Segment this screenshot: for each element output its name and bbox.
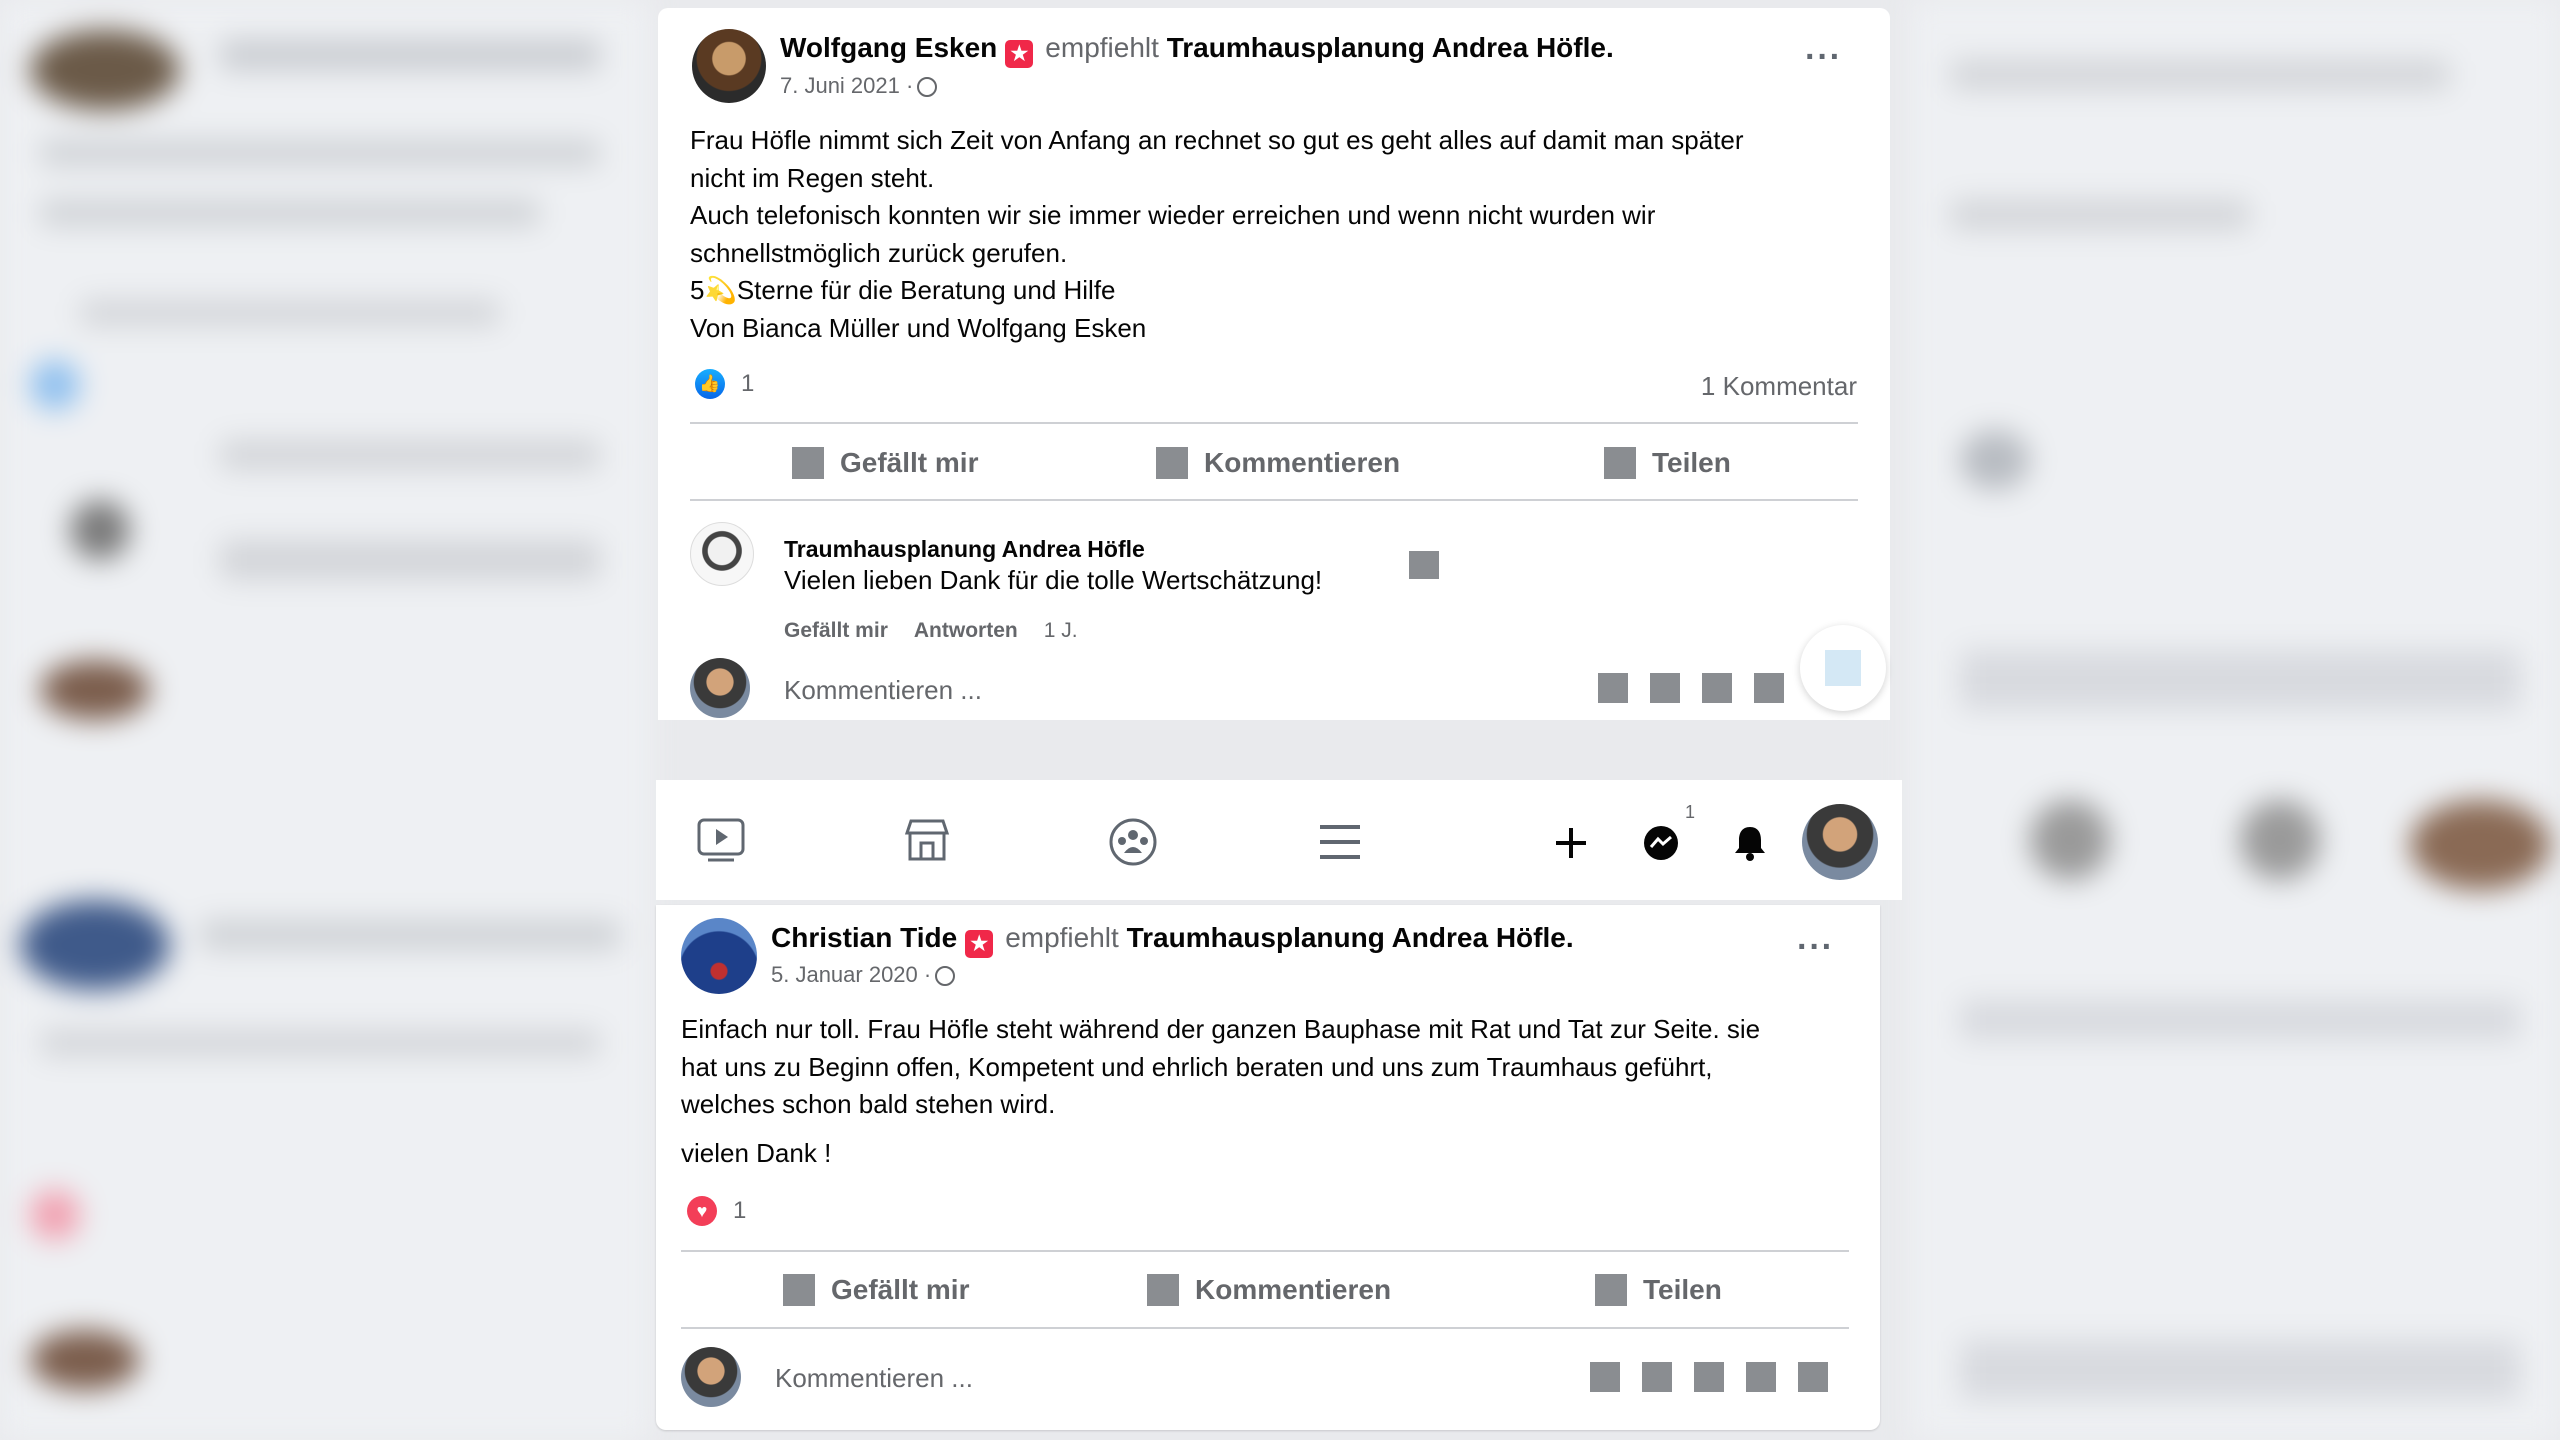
- more-options-icon[interactable]: ···: [1805, 38, 1842, 77]
- sticker-icon[interactable]: [1746, 1362, 1776, 1392]
- like-button[interactable]: Gefällt mir: [783, 1274, 969, 1306]
- post-card-1: [658, 8, 1890, 720]
- comment-like-link[interactable]: Gefällt mir: [784, 619, 888, 642]
- comment-button[interactable]: Kommentieren: [1147, 1274, 1391, 1306]
- comment-count[interactable]: 1 Kommentar: [1701, 371, 1857, 402]
- comment-icon: [1156, 447, 1188, 479]
- divider: [690, 499, 1858, 501]
- post-date-text[interactable]: 5. Januar 2020 ·: [771, 962, 931, 987]
- comment-author[interactable]: Traumhausplanung Andrea Höfle: [784, 536, 1145, 563]
- comment-button[interactable]: Kommentieren: [1156, 447, 1400, 479]
- page-name[interactable]: Traumhausplanung Andrea Höfle.: [1167, 32, 1614, 63]
- love-reaction-icon: ♥: [687, 1196, 717, 1226]
- post-line: 5💫Sterne für die Beratung und Hilfe: [690, 275, 1116, 305]
- compose-icon: [1825, 650, 1861, 686]
- avatar[interactable]: [681, 918, 757, 994]
- post-line: nicht im Regen steht.: [690, 162, 935, 193]
- comment-text: Vielen lieben Dank für die tolle Wertsch…: [784, 565, 1323, 595]
- like-label: Gefällt mir: [831, 1274, 970, 1305]
- profile-avatar[interactable]: [1802, 804, 1878, 880]
- avatar[interactable]: [681, 1347, 741, 1407]
- share-label: Teilen: [1643, 1274, 1722, 1305]
- gif-icon[interactable]: [1694, 1362, 1724, 1392]
- share-icon: [1604, 447, 1636, 479]
- globe-icon: [917, 77, 938, 97]
- menu-icon[interactable]: [1318, 822, 1362, 862]
- post-header: Wolfgang Esken ★ empfiehlt Traumhausplanun…: [780, 32, 1614, 68]
- post-line: schnellstmöglich zurück gerufen.: [690, 237, 1068, 268]
- more-options-icon[interactable]: ···: [1797, 928, 1834, 967]
- sticker-icon[interactable]: [1754, 673, 1784, 703]
- send-icon[interactable]: [1798, 1362, 1828, 1392]
- comment-input[interactable]: Kommentieren ...: [775, 1363, 973, 1394]
- comment-label: Kommentieren: [1195, 1274, 1392, 1305]
- post-line: Einfach nur toll. Frau Höfle steht währe…: [681, 1014, 1761, 1044]
- avatar[interactable]: [692, 29, 766, 103]
- post-line: Von Bianca Müller und Wolfgang Esken: [690, 312, 1147, 343]
- post-header: Christian Tide ★ empfiehlt Traumhausplanun…: [771, 922, 1574, 958]
- like-reaction-icon: 👍: [695, 369, 725, 399]
- messenger-icon[interactable]: [1642, 824, 1680, 862]
- comment-label: Kommentieren: [1204, 447, 1401, 478]
- share-button[interactable]: Teilen: [1604, 447, 1731, 479]
- comment-actions: Gefällt mir Antworten 1 J.: [784, 619, 1104, 643]
- video-icon[interactable]: [696, 817, 746, 863]
- author-name[interactable]: Christian Tide: [771, 922, 957, 953]
- avatar[interactable]: [690, 658, 750, 718]
- reaction-summary[interactable]: ♥ 1: [687, 1196, 746, 1226]
- post-date: 7. Juni 2021 ·: [780, 73, 938, 99]
- comment-icon: [1147, 1274, 1179, 1306]
- divider: [681, 1250, 1849, 1252]
- camera-icon[interactable]: [1650, 673, 1680, 703]
- recommends-text: empfiehlt: [1045, 32, 1159, 63]
- emoji-icon[interactable]: [1598, 673, 1628, 703]
- camera-icon[interactable]: [1642, 1362, 1672, 1392]
- like-icon: [792, 447, 824, 479]
- comment-input[interactable]: Kommentieren ...: [784, 675, 982, 706]
- post-line: Auch telefonisch konnten wir sie immer w…: [690, 200, 1656, 230]
- comment-time[interactable]: 1 J.: [1044, 619, 1078, 642]
- share-icon: [1595, 1274, 1627, 1306]
- like-label: Gefällt mir: [840, 447, 979, 478]
- plus-icon[interactable]: [1554, 826, 1588, 860]
- emoji-icon[interactable]: [1590, 1362, 1620, 1392]
- share-label: Teilen: [1652, 447, 1731, 478]
- globe-icon: [935, 966, 956, 986]
- comment-options-icon[interactable]: [1409, 551, 1439, 579]
- author-name[interactable]: Wolfgang Esken: [780, 32, 997, 63]
- gif-icon[interactable]: [1702, 673, 1732, 703]
- post-body: Einfach nur toll. Frau Höfle steht währe…: [681, 1011, 1760, 1172]
- share-button[interactable]: Teilen: [1595, 1274, 1722, 1306]
- like-button[interactable]: Gefällt mir: [792, 447, 978, 479]
- avatar[interactable]: [690, 522, 754, 586]
- recommends-text: empfiehlt: [1005, 922, 1119, 953]
- reaction-count: 1: [733, 1197, 747, 1224]
- reaction-count: 1: [741, 370, 755, 397]
- bottom-navbar: [656, 780, 1902, 900]
- groups-icon[interactable]: [1108, 817, 1158, 867]
- recommend-star-icon: ★: [1005, 40, 1034, 68]
- post-date-text[interactable]: 7. Juni 2021 ·: [780, 73, 913, 98]
- reaction-summary[interactable]: 👍 1: [695, 369, 754, 399]
- messenger-badge: 1: [1685, 802, 1696, 822]
- comment-reply-link[interactable]: Antworten: [914, 619, 1018, 642]
- post-line: welches schon bald stehen wird.: [681, 1089, 1056, 1119]
- recommend-star-icon: ★: [965, 930, 994, 958]
- post-line: Frau Höfle nimmt sich Zeit von Anfang an…: [690, 125, 1744, 155]
- marketplace-icon[interactable]: [902, 817, 952, 863]
- post-line: hat uns zu Beginn offen, Kompetent und e…: [681, 1051, 1713, 1082]
- divider: [690, 422, 1858, 424]
- divider: [681, 1327, 1849, 1329]
- bell-icon[interactable]: [1732, 824, 1768, 862]
- floating-action-button[interactable]: [1800, 625, 1886, 711]
- post-date: 5. Januar 2020 ·: [771, 962, 956, 988]
- post-body: Frau Höfle nimmt sich Zeit von Anfang an…: [690, 122, 1744, 347]
- page-name[interactable]: Traumhausplanung Andrea Höfle.: [1127, 922, 1574, 953]
- like-icon: [783, 1274, 815, 1306]
- post-line: vielen Dank !: [681, 1137, 832, 1168]
